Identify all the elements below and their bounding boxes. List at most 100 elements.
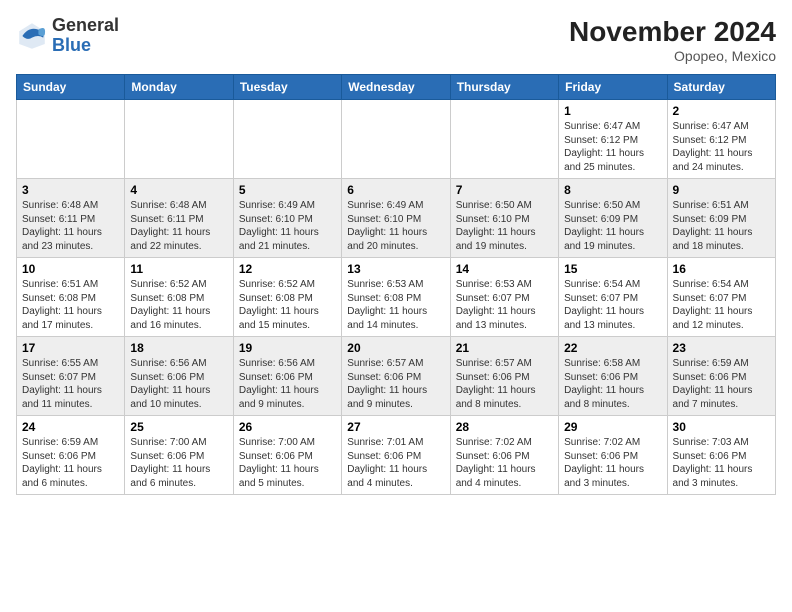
calendar-cell: 10 Sunrise: 6:51 AMSunset: 6:08 PMDayligh… xyxy=(17,258,125,337)
day-number: 22 xyxy=(564,341,661,355)
day-info: Sunrise: 6:56 AMSunset: 6:06 PMDaylight:… xyxy=(130,357,227,411)
day-number: 17 xyxy=(22,341,119,355)
day-number: 15 xyxy=(564,262,661,276)
calendar-cell: 16Sunrise: 6:54 AMSunset: 6:07 PMDayligh… xyxy=(667,258,775,337)
logo-blue: Blue xyxy=(52,36,119,56)
week-row-5: 24 Sunrise: 6:59 AMSunset: 6:06 PMDayligh… xyxy=(17,416,776,495)
day-number: 29 xyxy=(564,420,661,434)
week-row-1: 1 Sunrise: 6:47 AMSunset: 6:12 PMDaylight… xyxy=(17,100,776,179)
day-info: Sunrise: 6:57 AMSunset: 6:06 PMDaylight:… xyxy=(347,357,444,411)
day-info: Sunrise: 6:59 AMSunset: 6:06 PMDaylight:… xyxy=(22,436,119,490)
day-number: 12 xyxy=(239,262,336,276)
week-row-4: 17 Sunrise: 6:55 AMSunset: 6:07 PMDayligh… xyxy=(17,337,776,416)
day-info: Sunrise: 6:56 AMSunset: 6:06 PMDaylight:… xyxy=(239,357,336,411)
day-number: 2 xyxy=(673,104,770,118)
day-number: 6 xyxy=(347,183,444,197)
day-number: 28 xyxy=(456,420,553,434)
calendar-cell xyxy=(17,100,125,179)
day-number: 18 xyxy=(130,341,227,355)
day-info: Sunrise: 6:58 AMSunset: 6:06 PMDaylight:… xyxy=(564,357,661,411)
day-info: Sunrise: 7:00 AMSunset: 6:06 PMDaylight:… xyxy=(239,436,336,490)
calendar-cell: 19Sunrise: 6:56 AMSunset: 6:06 PMDayligh… xyxy=(233,337,341,416)
weekday-saturday: Saturday xyxy=(667,75,775,100)
day-info: Sunrise: 6:52 AMSunset: 6:08 PMDaylight:… xyxy=(130,278,227,332)
calendar-cell: 25 Sunrise: 7:00 AMSunset: 6:06 PMDayligh… xyxy=(125,416,233,495)
day-info: Sunrise: 6:51 AMSunset: 6:08 PMDaylight:… xyxy=(22,278,119,332)
day-info: Sunrise: 6:55 AMSunset: 6:07 PMDaylight:… xyxy=(22,357,119,411)
day-number: 11 xyxy=(130,262,227,276)
calendar-cell: 9 Sunrise: 6:51 AMSunset: 6:09 PMDaylight… xyxy=(667,179,775,258)
weekday-header-row: SundayMondayTuesdayWednesdayThursdayFrid… xyxy=(17,75,776,100)
header: General Blue November 2024 Opopeo, Mexic… xyxy=(16,16,776,64)
day-number: 13 xyxy=(347,262,444,276)
calendar-cell xyxy=(342,100,450,179)
calendar-cell: 1 Sunrise: 6:47 AMSunset: 6:12 PMDaylight… xyxy=(559,100,667,179)
calendar-cell: 2Sunrise: 6:47 AMSunset: 6:12 PMDaylight… xyxy=(667,100,775,179)
weekday-wednesday: Wednesday xyxy=(342,75,450,100)
calendar-cell: 21 Sunrise: 6:57 AMSunset: 6:06 PMDayligh… xyxy=(450,337,558,416)
weekday-sunday: Sunday xyxy=(17,75,125,100)
calendar-cell: 4 Sunrise: 6:48 AMSunset: 6:11 PMDaylight… xyxy=(125,179,233,258)
weekday-friday: Friday xyxy=(559,75,667,100)
day-number: 16 xyxy=(673,262,770,276)
logo: General Blue xyxy=(16,16,119,56)
calendar-cell: 7 Sunrise: 6:50 AMSunset: 6:10 PMDaylight… xyxy=(450,179,558,258)
day-info: Sunrise: 7:02 AMSunset: 6:06 PMDaylight:… xyxy=(564,436,661,490)
week-row-2: 3Sunrise: 6:48 AMSunset: 6:11 PMDaylight… xyxy=(17,179,776,258)
day-number: 24 xyxy=(22,420,119,434)
calendar-cell: 11 Sunrise: 6:52 AMSunset: 6:08 PMDayligh… xyxy=(125,258,233,337)
day-info: Sunrise: 6:50 AMSunset: 6:10 PMDaylight:… xyxy=(456,199,553,253)
day-number: 14 xyxy=(456,262,553,276)
day-info: Sunrise: 6:53 AMSunset: 6:07 PMDaylight:… xyxy=(456,278,553,332)
calendar-title: November 2024 xyxy=(569,16,776,48)
calendar-cell: 17 Sunrise: 6:55 AMSunset: 6:07 PMDayligh… xyxy=(17,337,125,416)
day-number: 4 xyxy=(130,183,227,197)
day-info: Sunrise: 7:00 AMSunset: 6:06 PMDaylight:… xyxy=(130,436,227,490)
day-number: 5 xyxy=(239,183,336,197)
calendar-cell: 18 Sunrise: 6:56 AMSunset: 6:06 PMDayligh… xyxy=(125,337,233,416)
calendar-cell: 5Sunrise: 6:49 AMSunset: 6:10 PMDaylight… xyxy=(233,179,341,258)
calendar-cell: 29 Sunrise: 7:02 AMSunset: 6:06 PMDayligh… xyxy=(559,416,667,495)
calendar-cell: 13 Sunrise: 6:53 AMSunset: 6:08 PMDayligh… xyxy=(342,258,450,337)
day-number: 7 xyxy=(456,183,553,197)
day-info: Sunrise: 6:47 AMSunset: 6:12 PMDaylight:… xyxy=(564,120,661,174)
day-info: Sunrise: 7:02 AMSunset: 6:06 PMDaylight:… xyxy=(456,436,553,490)
day-info: Sunrise: 6:51 AMSunset: 6:09 PMDaylight:… xyxy=(673,199,770,253)
weekday-monday: Monday xyxy=(125,75,233,100)
calendar-cell xyxy=(450,100,558,179)
day-number: 27 xyxy=(347,420,444,434)
day-info: Sunrise: 6:52 AMSunset: 6:08 PMDaylight:… xyxy=(239,278,336,332)
calendar-cell: 22 Sunrise: 6:58 AMSunset: 6:06 PMDayligh… xyxy=(559,337,667,416)
calendar-table: SundayMondayTuesdayWednesdayThursdayFrid… xyxy=(16,74,776,495)
day-info: Sunrise: 6:48 AMSunset: 6:11 PMDaylight:… xyxy=(130,199,227,253)
calendar-cell: 3Sunrise: 6:48 AMSunset: 6:11 PMDaylight… xyxy=(17,179,125,258)
day-info: Sunrise: 6:50 AMSunset: 6:09 PMDaylight:… xyxy=(564,199,661,253)
day-number: 21 xyxy=(456,341,553,355)
day-info: Sunrise: 6:53 AMSunset: 6:08 PMDaylight:… xyxy=(347,278,444,332)
calendar-cell: 20 Sunrise: 6:57 AMSunset: 6:06 PMDayligh… xyxy=(342,337,450,416)
calendar-cell: 12 Sunrise: 6:52 AMSunset: 6:08 PMDayligh… xyxy=(233,258,341,337)
calendar-cell: 8Sunrise: 6:50 AMSunset: 6:09 PMDaylight… xyxy=(559,179,667,258)
day-number: 23 xyxy=(673,341,770,355)
calendar-cell xyxy=(233,100,341,179)
day-info: Sunrise: 6:57 AMSunset: 6:06 PMDaylight:… xyxy=(456,357,553,411)
calendar-subtitle: Opopeo, Mexico xyxy=(569,48,776,64)
calendar-cell: 15Sunrise: 6:54 AMSunset: 6:07 PMDayligh… xyxy=(559,258,667,337)
calendar-cell: 30 Sunrise: 7:03 AMSunset: 6:06 PMDayligh… xyxy=(667,416,775,495)
page: General Blue November 2024 Opopeo, Mexic… xyxy=(0,0,792,612)
day-number: 10 xyxy=(22,262,119,276)
day-number: 20 xyxy=(347,341,444,355)
logo-general: General xyxy=(52,16,119,36)
day-info: Sunrise: 6:48 AMSunset: 6:11 PMDaylight:… xyxy=(22,199,119,253)
day-number: 9 xyxy=(673,183,770,197)
day-number: 30 xyxy=(673,420,770,434)
day-number: 25 xyxy=(130,420,227,434)
day-info: Sunrise: 7:03 AMSunset: 6:06 PMDaylight:… xyxy=(673,436,770,490)
day-info: Sunrise: 7:01 AMSunset: 6:06 PMDaylight:… xyxy=(347,436,444,490)
calendar-cell: 14 Sunrise: 6:53 AMSunset: 6:07 PMDayligh… xyxy=(450,258,558,337)
day-number: 1 xyxy=(564,104,661,118)
logo-icon xyxy=(16,20,48,52)
day-info: Sunrise: 6:49 AMSunset: 6:10 PMDaylight:… xyxy=(347,199,444,253)
calendar-cell: 27 Sunrise: 7:01 AMSunset: 6:06 PMDayligh… xyxy=(342,416,450,495)
calendar-cell xyxy=(125,100,233,179)
